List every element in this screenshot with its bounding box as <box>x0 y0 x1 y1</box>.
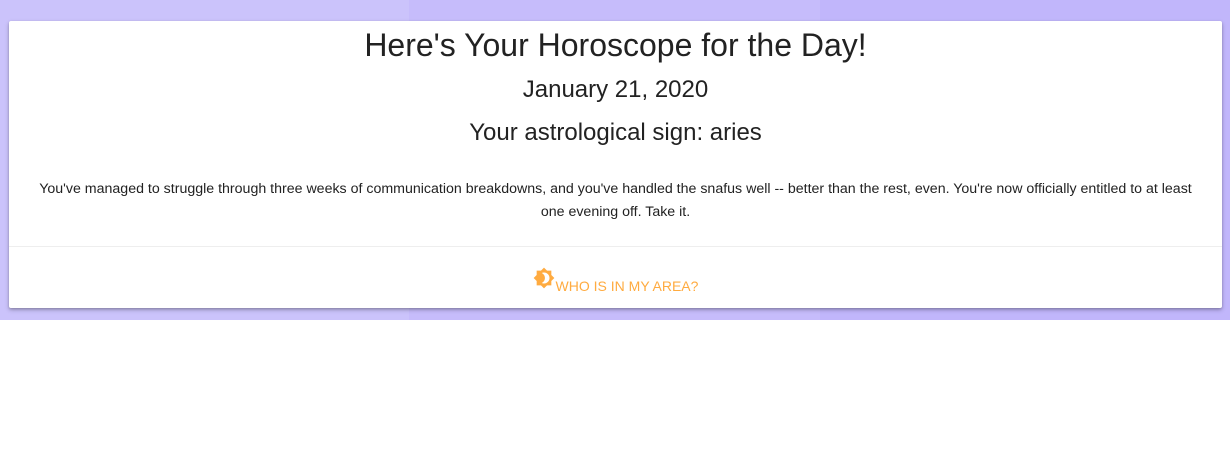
who-is-in-my-area-link[interactable]: WHO IS IN MY AREA? <box>533 267 699 294</box>
astrological-sign: Your astrological sign: aries <box>469 119 762 146</box>
horoscope-text: You've managed to struggle through three… <box>39 181 1192 220</box>
card-action: WHO IS IN MY AREA? <box>9 247 1222 308</box>
sun-moon-icon <box>533 267 556 294</box>
horoscope-date: January 21, 2020 <box>522 76 709 103</box>
who-is-in-my-area-label: WHO IS IN MY AREA? <box>555 278 699 294</box>
horoscope-card: Here's Your Horoscope for the Day! Janua… <box>9 21 1222 308</box>
page-title: Here's Your Horoscope for the Day! <box>364 27 867 63</box>
card-content: Here's Your Horoscope for the Day! Janua… <box>9 21 1222 246</box>
